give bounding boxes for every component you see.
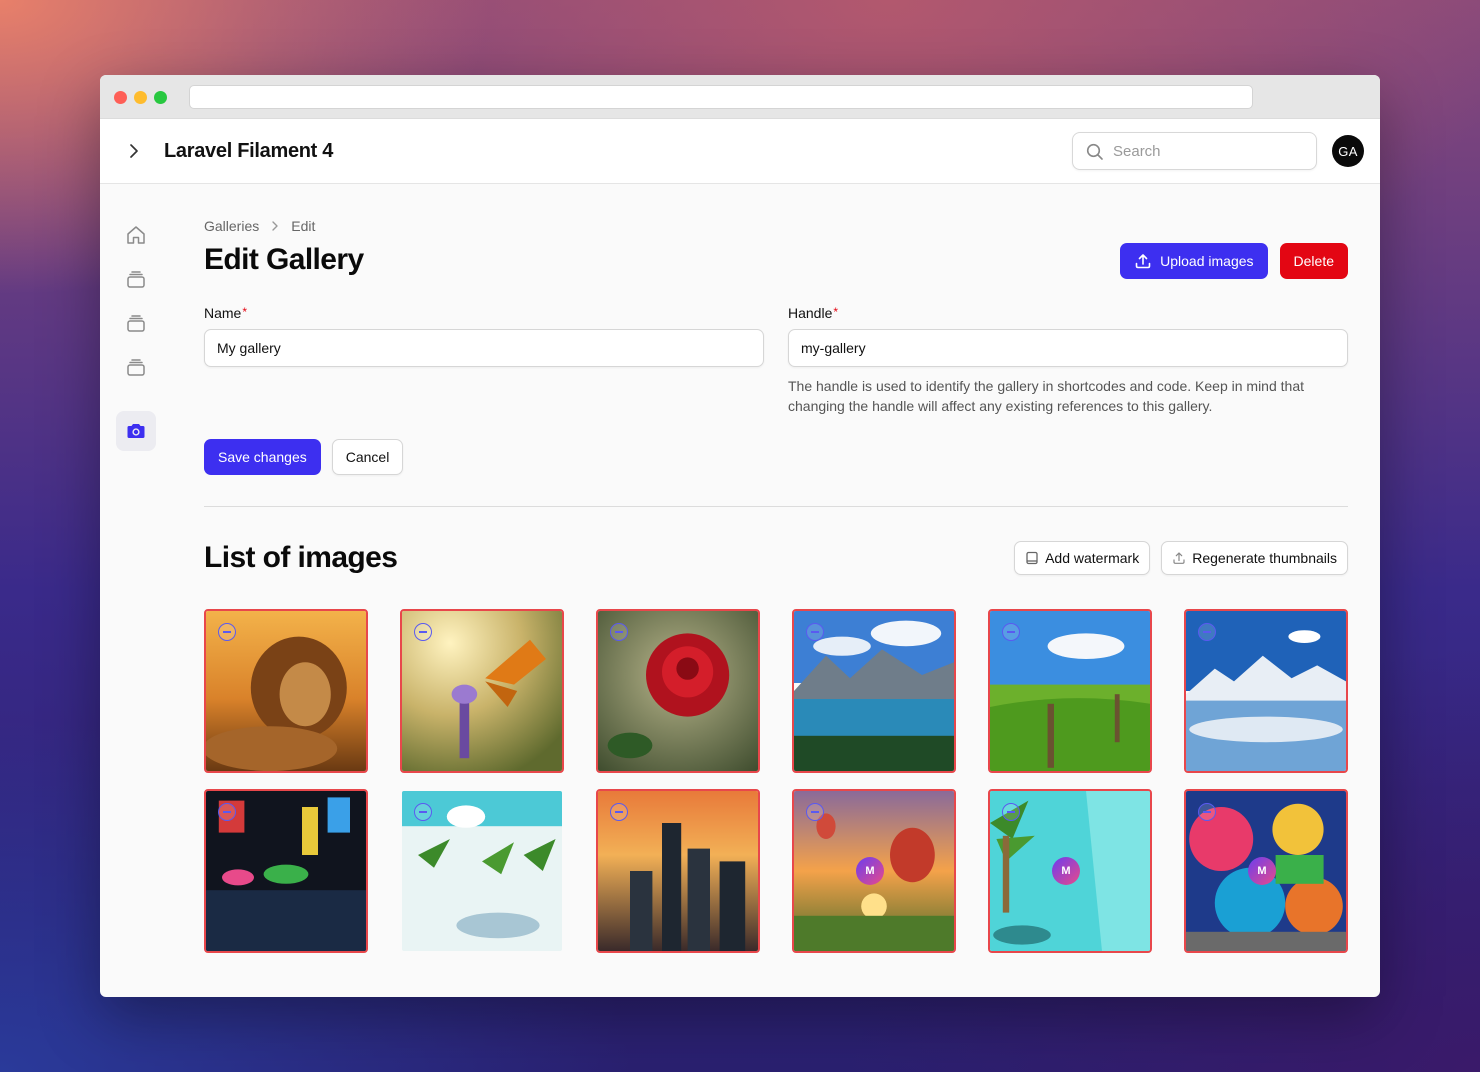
watermark-logo: M bbox=[856, 857, 884, 885]
image-tile-city-night-rain[interactable] bbox=[204, 789, 368, 953]
camera-icon bbox=[127, 424, 145, 438]
images-header: List of images Add watermark Regenerate … bbox=[204, 541, 1348, 575]
handle-label: Handle* bbox=[788, 305, 839, 321]
image-tile-palm-beach-water[interactable]: M bbox=[988, 789, 1152, 953]
save-changes-button[interactable]: Save changes bbox=[204, 439, 321, 475]
cancel-button[interactable]: Cancel bbox=[331, 439, 404, 475]
deselect-icon[interactable] bbox=[414, 623, 432, 641]
close-window-button[interactable] bbox=[114, 91, 127, 104]
handle-input[interactable] bbox=[788, 329, 1348, 367]
deselect-icon[interactable] bbox=[218, 803, 236, 821]
deselect-icon[interactable] bbox=[1002, 623, 1020, 641]
search-icon bbox=[1086, 143, 1103, 160]
upload-images-button[interactable]: Upload images bbox=[1120, 243, 1268, 279]
handle-hint: The handle is used to identify the galle… bbox=[788, 378, 1304, 414]
delete-button[interactable]: Delete bbox=[1279, 243, 1348, 279]
nav-galleries[interactable] bbox=[116, 411, 156, 451]
home-icon bbox=[127, 226, 145, 244]
watermark-logo: M bbox=[1248, 857, 1276, 885]
sidebar-toggle-chevron-icon[interactable] bbox=[124, 141, 144, 161]
image-tile-rose[interactable] bbox=[596, 609, 760, 773]
nav-collection-2[interactable] bbox=[116, 303, 156, 343]
deselect-icon[interactable] bbox=[1198, 623, 1216, 641]
image-tile-snowy-mountains[interactable] bbox=[1184, 609, 1348, 773]
image-tile-hot-air-balloons[interactable]: M bbox=[792, 789, 956, 953]
deselect-icon[interactable] bbox=[218, 623, 236, 641]
nav-home[interactable] bbox=[116, 215, 156, 255]
name-label: Name* bbox=[204, 305, 248, 321]
breadcrumb-current: Edit bbox=[291, 218, 316, 234]
handle-field: Handle* The handle is used to identify t… bbox=[788, 305, 1348, 416]
top-bar: Laravel Filament 4 GA bbox=[100, 119, 1380, 184]
images-section-title: List of images bbox=[204, 541, 398, 574]
image-tile-palm-trees-beach[interactable] bbox=[400, 789, 564, 953]
upload-icon bbox=[1173, 552, 1185, 564]
image-tile-lion[interactable] bbox=[204, 609, 368, 773]
app-title[interactable]: Laravel Filament 4 bbox=[164, 140, 333, 163]
delete-label: Delete bbox=[1293, 253, 1334, 269]
gallery-form: Name* Handle* The handle is used to iden… bbox=[204, 305, 1348, 416]
image-tile-city-sunset[interactable] bbox=[596, 789, 760, 953]
name-field: Name* bbox=[204, 305, 764, 416]
main-content: Galleries Edit Edit Gallery Upload image… bbox=[204, 215, 1348, 953]
user-avatar[interactable]: GA bbox=[1332, 135, 1364, 167]
image-tile-green-field[interactable] bbox=[988, 609, 1152, 773]
browser-window: Laravel Filament 4 GA Galleries E bbox=[100, 75, 1380, 997]
name-input[interactable] bbox=[204, 329, 764, 367]
minimize-window-button[interactable] bbox=[134, 91, 147, 104]
image-tile-abstract-mural[interactable]: M bbox=[1184, 789, 1348, 953]
deselect-icon[interactable] bbox=[610, 623, 628, 641]
deselect-icon[interactable] bbox=[806, 803, 824, 821]
deselect-icon[interactable] bbox=[806, 623, 824, 641]
section-divider bbox=[204, 506, 1348, 507]
sidebar-nav bbox=[116, 215, 156, 455]
images-actions: Add watermark Regenerate thumbnails bbox=[1014, 541, 1348, 575]
stack-icon bbox=[127, 271, 145, 288]
deselect-icon[interactable] bbox=[1002, 803, 1020, 821]
stack-icon bbox=[127, 359, 145, 376]
browser-chrome bbox=[100, 75, 1380, 119]
nav-collection-3[interactable] bbox=[116, 347, 156, 387]
stack-icon bbox=[127, 315, 145, 332]
global-search[interactable] bbox=[1072, 132, 1317, 170]
image-grid: M M M bbox=[204, 609, 1348, 953]
upload-icon bbox=[1135, 254, 1151, 269]
search-input[interactable] bbox=[1113, 133, 1308, 169]
header-actions: Upload images Delete bbox=[1120, 243, 1348, 279]
select-icon[interactable] bbox=[414, 803, 432, 821]
watermark-logo: M bbox=[1052, 857, 1080, 885]
watermark-icon bbox=[1026, 551, 1038, 565]
image-tile-mountain-lake[interactable] bbox=[792, 609, 956, 773]
regenerate-thumbnails-label: Regenerate thumbnails bbox=[1192, 550, 1337, 566]
nav-collection-1[interactable] bbox=[116, 259, 156, 299]
deselect-icon[interactable] bbox=[1198, 803, 1216, 821]
image-tile-butterfly[interactable] bbox=[400, 609, 564, 773]
maximize-window-button[interactable] bbox=[154, 91, 167, 104]
upload-images-label: Upload images bbox=[1160, 253, 1254, 269]
chevron-right-icon bbox=[269, 220, 281, 232]
add-watermark-label: Add watermark bbox=[1045, 550, 1140, 566]
breadcrumb-galleries-link[interactable]: Galleries bbox=[204, 218, 259, 234]
deselect-icon[interactable] bbox=[610, 803, 628, 821]
form-actions: Save changes Cancel bbox=[204, 439, 1348, 475]
address-bar[interactable] bbox=[189, 85, 1253, 109]
breadcrumb: Galleries Edit bbox=[204, 215, 1348, 237]
regenerate-thumbnails-button[interactable]: Regenerate thumbnails bbox=[1161, 541, 1348, 575]
add-watermark-button[interactable]: Add watermark bbox=[1014, 541, 1151, 575]
